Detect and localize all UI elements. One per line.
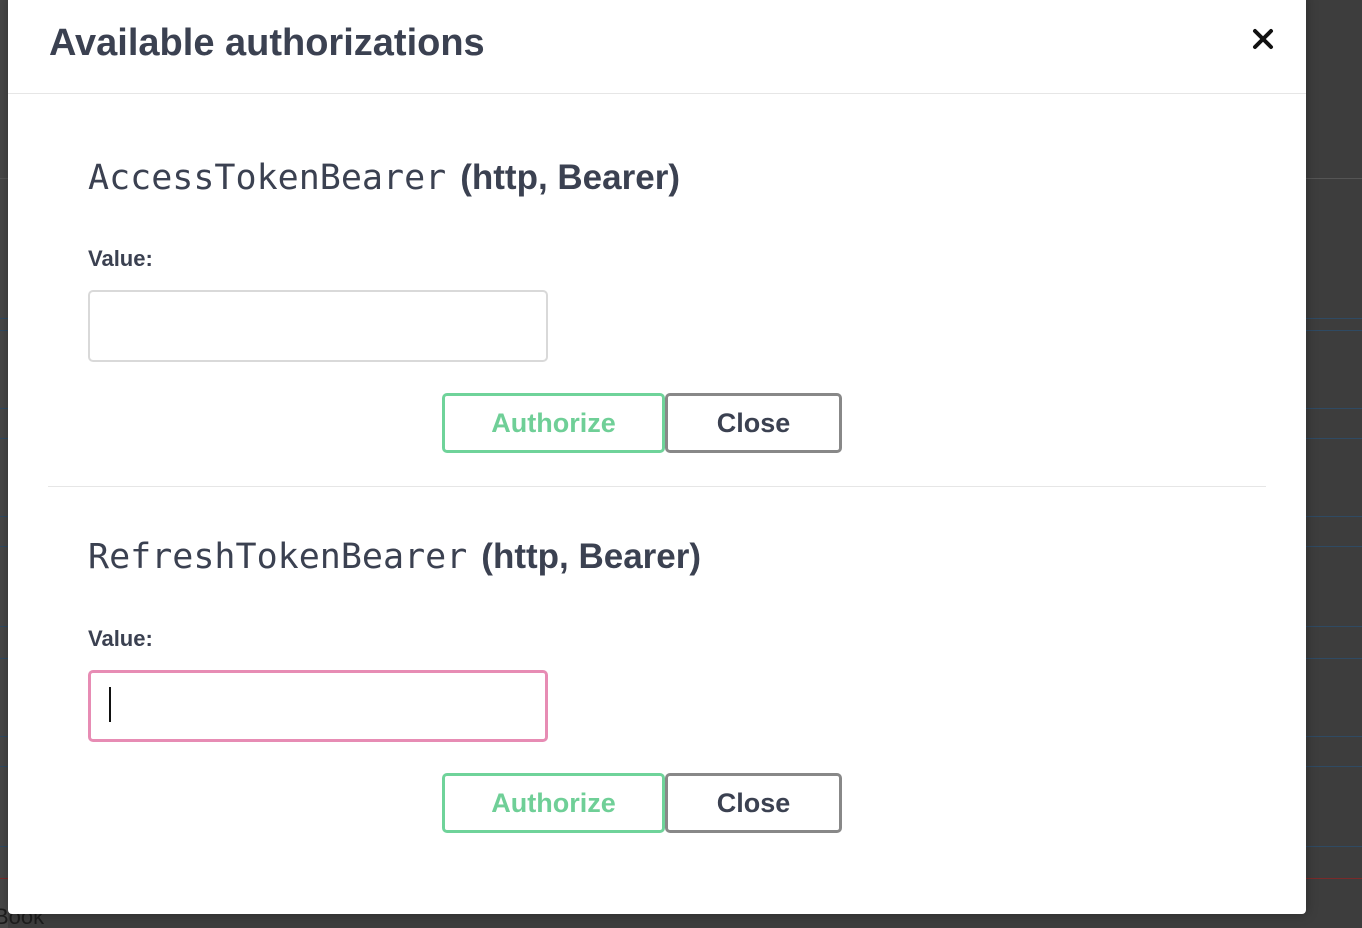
value-label: Value: <box>88 626 153 651</box>
scheme-type: (http, Bearer) <box>460 158 680 197</box>
access-token-authorize-button[interactable]: Authorize <box>442 393 665 453</box>
access-token-close-button[interactable]: Close <box>665 393 842 453</box>
scheme-name: RefreshTokenBearer <box>88 537 468 577</box>
refresh-token-close-button[interactable]: Close <box>665 773 842 833</box>
value-label: Value: <box>88 246 153 271</box>
close-icon[interactable] <box>1248 24 1278 54</box>
access-token-value-input[interactable] <box>88 290 548 362</box>
modal-title: Available authorizations <box>49 22 485 64</box>
refresh-token-value-input[interactable] <box>88 670 548 742</box>
scheme-title: RefreshTokenBearer (http, Bearer) <box>88 537 701 577</box>
text-caret <box>109 687 111 722</box>
auth-scheme-access-token: AccessTokenBearer (http, Bearer) Value: A… <box>48 94 1266 487</box>
scheme-type: (http, Bearer) <box>481 537 702 576</box>
refresh-token-authorize-button[interactable]: Authorize <box>442 773 665 833</box>
scheme-name: AccessTokenBearer <box>88 158 447 198</box>
backdrop-left-strip <box>0 0 8 928</box>
scheme-title: AccessTokenBearer (http, Bearer) <box>88 158 680 198</box>
auth-scheme-refresh-token: RefreshTokenBearer (http, Bearer) Value: … <box>48 487 1266 867</box>
modal-header: Available authorizations <box>8 0 1306 94</box>
authorization-modal: Available authorizations AccessTokenBear… <box>8 0 1306 914</box>
refresh-token-input-wrapper <box>88 670 548 742</box>
